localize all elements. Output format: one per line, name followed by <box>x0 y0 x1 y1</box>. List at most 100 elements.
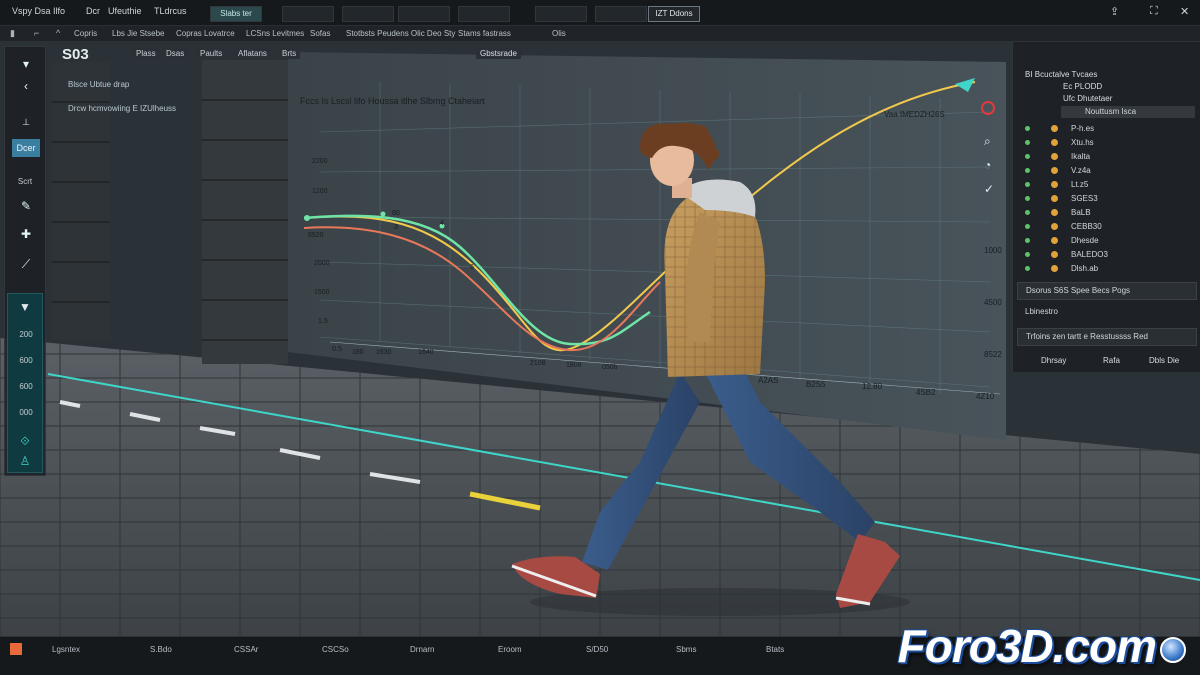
outliner-row[interactable]: Ikalta <box>1019 150 1195 164</box>
outliner-row[interactable]: CEBB30 <box>1019 220 1195 234</box>
outliner-row[interactable]: V.z4a <box>1019 164 1195 178</box>
outliner-row[interactable]: Lt.z5 <box>1019 178 1195 192</box>
tab-6[interactable] <box>535 6 587 22</box>
tab-layout[interactable]: Slabs ter <box>210 6 262 22</box>
y-label-5: 1500 <box>314 289 330 296</box>
outliner-row[interactable]: BaLB <box>1019 206 1195 220</box>
sort-label: Scrt <box>17 177 33 186</box>
curve-start-point[interactable] <box>304 215 310 221</box>
toolbar-label-3[interactable]: Copras Lovatrce <box>176 29 235 38</box>
toolbar-label-6[interactable]: Stotbsts Peudens Olic Deo Sty <box>346 29 455 38</box>
timeline-label-5[interactable]: Drnarn <box>410 645 434 654</box>
tool-label-1[interactable]: Plass <box>132 48 160 59</box>
timeline-label-8[interactable]: Sbms <box>676 645 696 654</box>
y-label-3: 8520 <box>308 232 324 239</box>
outliner-title: BI Bcuctalve Tvcaes <box>1025 70 1098 79</box>
footer-label-2[interactable]: Rafa <box>1103 356 1120 365</box>
timeline-label-7[interactable]: S/D50 <box>586 645 608 654</box>
pen-icon[interactable]: ✎ <box>11 199 41 213</box>
toolbar-label-1[interactable]: Copris <box>74 29 97 38</box>
toolbar-label-5[interactable]: Sofas <box>310 29 330 38</box>
outliner-row[interactable]: Dhesde <box>1019 234 1195 248</box>
door-button[interactable]: Dcer <box>12 139 40 157</box>
properties-box-3[interactable]: Trfoins zen tartt e Resstussss Red <box>1017 328 1197 346</box>
x-label-12: 4Z10 <box>976 392 995 401</box>
curve-icon[interactable]: ⟐ <box>10 434 40 449</box>
zoom-icon[interactable]: ◔ <box>984 158 991 172</box>
x-label-1: 0.5 <box>332 346 342 353</box>
properties-box-2[interactable]: Lbinestro <box>1017 304 1197 322</box>
footer-label-3[interactable]: Dbls Die <box>1149 356 1179 365</box>
record-swatch[interactable] <box>10 643 22 655</box>
view-icon[interactable]: ▼ <box>10 300 40 314</box>
value-1: 200 <box>19 330 33 339</box>
timeline-label-3[interactable]: CSSAr <box>234 645 258 654</box>
tab-4[interactable] <box>398 6 450 22</box>
overlay-header-1: Blsce Ubtue drap <box>68 80 130 89</box>
timeline-label-9[interactable]: Btats <box>766 645 784 654</box>
tab-5[interactable] <box>458 6 510 22</box>
footer-label-1[interactable]: Dhrsay <box>1041 356 1066 365</box>
toolbar-label-7[interactable]: Stams fastrass <box>458 29 511 38</box>
plus-icon[interactable]: ✚ <box>11 227 41 241</box>
timeline-label-4[interactable]: CSCSo <box>322 645 349 654</box>
search-icon[interactable]: ⌕ <box>984 134 991 149</box>
watermark-logo: Foro3D.com <box>897 620 1157 672</box>
tab-addons[interactable]: IZT Ddons <box>648 6 700 22</box>
value-stack: ▼ 200 600 600 000 ⟐ ♙ <box>7 293 43 473</box>
menu-item-edit[interactable]: Dcr <box>86 6 100 16</box>
chart-legend: Vaa IMEDZH26S <box>884 110 945 119</box>
toolbar-label-4[interactable]: LCSns Levitmes <box>246 29 304 38</box>
cursor-icon[interactable]: ⌐ <box>34 28 39 38</box>
outliner-row[interactable]: Xtu.hs <box>1019 136 1195 150</box>
tool-label-3[interactable]: Paults <box>196 48 227 59</box>
x-label-3: 1630 <box>376 349 392 356</box>
toolbar-label-8[interactable]: Olis <box>552 29 566 38</box>
app-brand: S03 <box>62 46 89 63</box>
menu-item-view[interactable]: Ufeuthie <box>108 6 142 16</box>
check-icon[interactable]: ✓ <box>984 182 994 196</box>
timeline-label-2[interactable]: S.Bdo <box>150 645 172 654</box>
tab-2[interactable] <box>282 6 334 22</box>
properties-box-1[interactable]: Dsorus S6S Spee Becs Pogs <box>1017 282 1197 300</box>
x-label-7: 050b <box>602 364 618 371</box>
menu-item-tools[interactable]: TLdrcus <box>154 6 187 16</box>
y-label-4: 2000 <box>314 260 330 267</box>
curve-point-1[interactable] <box>380 211 386 217</box>
outliner-row[interactable]: BALEDO3 <box>1019 248 1195 262</box>
outliner-sub-1: Ec PLODD <box>1063 82 1103 91</box>
timeline-label-6[interactable]: Eroom <box>498 645 522 654</box>
x-label-5: 2108 <box>530 360 546 367</box>
person-icon[interactable]: ♙ <box>10 454 40 468</box>
move-icon[interactable]: ⊥ <box>11 117 41 128</box>
toolbar: ▮ ⌐ ^ Copris Lbs Jie Stsebe Copras Lovat… <box>0 26 1200 42</box>
timeline-label-1[interactable]: Lgsntex <box>52 645 80 654</box>
chevron-icon[interactable]: ^ <box>56 28 60 38</box>
arrow-icon[interactable]: ▾ <box>11 57 41 71</box>
toolbar-label-2[interactable]: Lbs Jie Stsebe <box>112 29 164 38</box>
y-label-1: 2200 <box>312 158 328 165</box>
keyframe-icon[interactable]: ⟋ <box>11 257 41 272</box>
tool-label-5[interactable]: Brts <box>278 48 301 59</box>
tab-7[interactable] <box>595 6 647 22</box>
file-icon[interactable]: ▮ <box>10 28 15 39</box>
tool-label-6[interactable]: Gbstsrade <box>476 48 521 59</box>
close-icon[interactable]: ✕ <box>1180 5 1189 18</box>
menu-item-file[interactable]: Vspy Dsa Ilfo <box>12 6 65 16</box>
marker-label-1: 80 <box>392 210 400 217</box>
outliner-row[interactable]: Dlsh.ab <box>1019 262 1195 276</box>
tool-label-4[interactable]: Aflatans <box>234 48 271 59</box>
value-3: 600 <box>19 382 33 391</box>
chevron-icon[interactable]: ‹ <box>11 79 41 93</box>
outliner-bar[interactable]: Nouttusm Isca <box>1061 106 1195 118</box>
outliner-sub-2: Ufc Dhutetaer <box>1063 94 1113 103</box>
marker-label-3: 4 <box>440 220 444 227</box>
x-label-10: 12.80 <box>862 382 883 391</box>
right-axis-1: 1000 <box>984 246 1002 255</box>
outliner-row[interactable]: SGES3 <box>1019 192 1195 206</box>
outliner-row[interactable]: P-h.es <box>1019 122 1195 136</box>
fullscreen-icon[interactable]: ⛶ <box>1150 5 1158 18</box>
share-icon[interactable]: ⇪ <box>1110 5 1119 18</box>
tool-label-2[interactable]: Dsas <box>162 48 189 59</box>
tab-3[interactable] <box>342 6 394 22</box>
